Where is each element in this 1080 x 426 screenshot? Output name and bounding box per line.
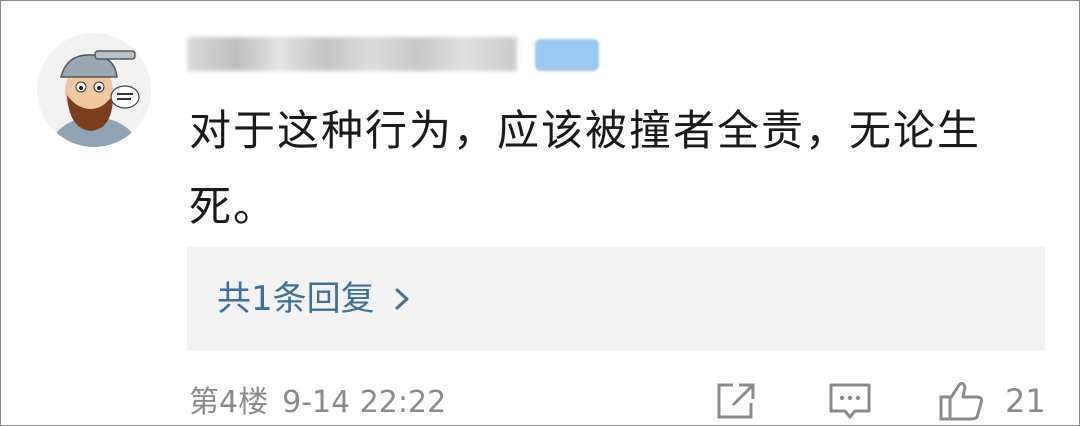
- comment-card: 对于这种行为，应该被撞者全责，无论生死。 共1条回复 第4楼 9-14 22:2…: [0, 0, 1080, 426]
- chevron-right-icon: [395, 288, 409, 310]
- comment-time: 9-14 22:22: [282, 385, 447, 420]
- thumbs-up-icon[interactable]: [937, 379, 989, 423]
- floor-number: 第4楼: [189, 385, 269, 420]
- reply-link-label: 共1条回复: [217, 279, 375, 319]
- comment-icon[interactable]: [827, 379, 873, 423]
- share-icon[interactable]: [713, 379, 759, 423]
- user-level-badge: [535, 39, 599, 71]
- bearded-man-avatar-icon: [37, 33, 151, 147]
- reply-box[interactable]: 共1条回复: [187, 247, 1045, 351]
- comment-meta: 第4楼 9-14 22:22: [189, 383, 446, 423]
- user-avatar[interactable]: [37, 33, 151, 147]
- comment-text: 对于这种行为，应该被撞者全责，无论生死。: [189, 106, 982, 231]
- reply-link[interactable]: 共1条回复: [217, 247, 417, 351]
- username[interactable]: [187, 37, 517, 71]
- like-count: 21: [1005, 382, 1046, 420]
